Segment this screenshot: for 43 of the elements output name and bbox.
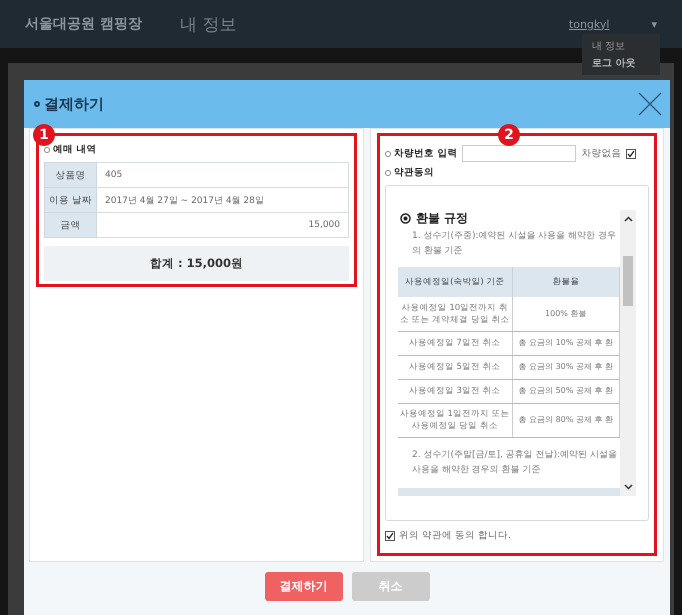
- menu-item[interactable]: 로그 아웃: [592, 56, 650, 70]
- site-title: 서울대공원 캠핑장: [25, 15, 142, 33]
- dialog-title: 결제하기: [34, 94, 104, 114]
- section-title: 약관동의: [385, 166, 434, 179]
- scrollbar[interactable]: [620, 210, 636, 496]
- menu-item[interactable]: 내 정보: [592, 39, 650, 53]
- checkbox-label: 차량없음: [581, 147, 622, 160]
- checkbox[interactable]: [626, 148, 636, 158]
- terms-title: 환불 규정: [400, 210, 620, 227]
- username-link[interactable]: tongkyl: [568, 18, 610, 30]
- table-header-cell: 사용예정일(숙박일) 기준: [398, 267, 512, 297]
- page-title: 내 정보: [180, 14, 236, 36]
- table-cell: 405: [96, 162, 348, 188]
- terms-paragraph: 1. 성수기(주중):예약된 시설을 사용을 해약한 경우의 환불 기준: [412, 230, 617, 258]
- table-cell: 2017년 4월 27일 ~ 2017년 4월 28일: [96, 188, 348, 212]
- table-header-cell: 금액: [44, 212, 96, 238]
- checkbox[interactable]: [385, 530, 395, 540]
- checkbox-label: 위의 약관에 동의 합니다.: [399, 529, 512, 542]
- table-cell: 사용예정일 5일전 취소: [398, 355, 512, 379]
- total-amount: 합계 : 15,000원: [44, 246, 349, 281]
- scrollbar-thumb[interactable]: [623, 256, 633, 306]
- table-header-cell: 이용 날짜: [44, 188, 96, 212]
- table-cell: 사용예정일 10일전까지 취소 또는 계약체결 당일 취소: [398, 297, 512, 331]
- vehicle-number-field[interactable]: [462, 145, 576, 162]
- annotation-number: 1: [33, 124, 55, 146]
- table-cell: 사용예정일 3일전 취소: [398, 379, 512, 403]
- caret-icon[interactable]: ▾: [651, 18, 657, 30]
- chevron-up-icon: [624, 216, 632, 222]
- pay-button[interactable]: 결제하기: [264, 572, 342, 601]
- table-cell: 15,000: [96, 212, 348, 238]
- table-cell: 사용예정일 7일전 취소: [398, 331, 512, 355]
- close-icon[interactable]: [638, 92, 662, 116]
- terms-paragraph: 2. 성수기(주말[금/토], 공휴일 전날):예약된 시설을 사용을 해약한 경우의 환불 기준: [412, 448, 618, 476]
- chevron-down-icon: [624, 484, 632, 490]
- table-cell: 총 요금의 10% 공제 후 환: [512, 331, 620, 355]
- field-label: 차량번호 입력: [385, 147, 458, 160]
- table-cell: 총 요금의 50% 공제 후 환: [512, 379, 620, 403]
- table-header-cell: 환불율: [512, 267, 620, 297]
- section-title: 예매 내역: [44, 143, 349, 156]
- table-header-cell: 상품명: [44, 162, 96, 188]
- table-cell: 총 요금의 30% 공제 후 환: [512, 355, 620, 379]
- table-cell: 사용예정일 1일전까지 또는 사용예정일 당일 취소: [398, 403, 512, 437]
- bullseye-icon: [400, 213, 411, 224]
